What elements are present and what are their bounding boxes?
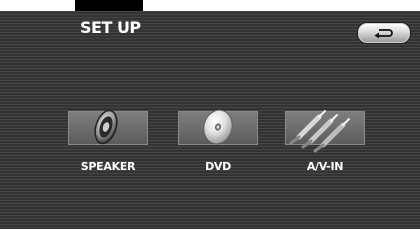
- disc-icon: [203, 109, 233, 145]
- menu-item-av-in[interactable]: A/V-IN: [285, 110, 365, 176]
- menu-label-av-in: A/V-IN: [306, 160, 344, 173]
- av-cable-icon: [289, 110, 350, 153]
- page-title: SET UP: [80, 18, 141, 37]
- menu-label-dvd: DVD: [205, 160, 231, 173]
- menu-item-speaker[interactable]: SPEAKER: [68, 109, 148, 176]
- setup-screen: SET UP SPEAKER DVD A/V-IN: [0, 11, 420, 229]
- menu-item-dvd[interactable]: DVD: [178, 109, 258, 176]
- title-tab: [75, 0, 143, 11]
- return-arrow-icon: [374, 29, 393, 38]
- menu-label-speaker: SPEAKER: [80, 160, 136, 173]
- speaker-icon: [94, 109, 118, 145]
- back-button[interactable]: [358, 23, 410, 43]
